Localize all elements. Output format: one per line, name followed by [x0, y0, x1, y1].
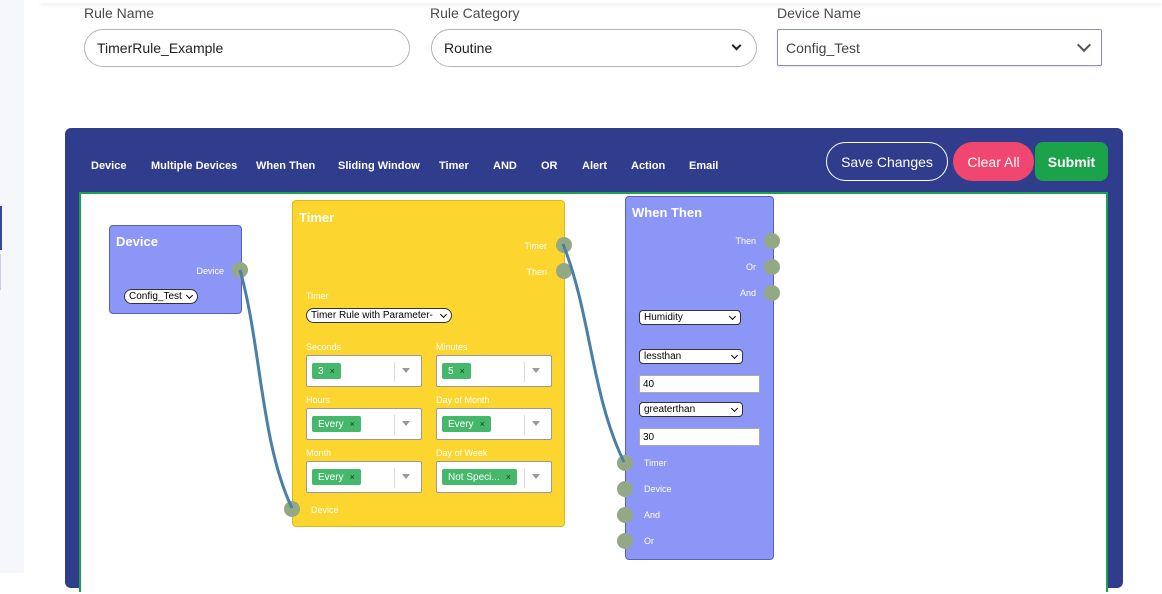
wire-device-to-timer [238, 269, 294, 509]
chevron-down-icon [1076, 37, 1092, 53]
toolbar-email[interactable]: Email [689, 160, 718, 172]
toolbar-alert[interactable]: Alert [582, 160, 607, 172]
rule-category-select[interactable]: Routine [431, 29, 757, 67]
toolbar-timer[interactable]: Timer [439, 160, 469, 172]
rule-name-label: Rule Name [84, 5, 155, 21]
toolbar-device[interactable]: Device [91, 160, 126, 172]
chevron-down-icon [731, 40, 742, 51]
rule-category-label: Rule Category [430, 5, 520, 21]
wire-timer-to-when-then [561, 243, 626, 463]
toolbar-and[interactable]: AND [493, 160, 517, 172]
toolbar-or[interactable]: OR [541, 160, 558, 172]
toolbar-sliding-window[interactable]: Sliding Window [338, 160, 420, 172]
device-name-value: Config_Test [786, 39, 860, 56]
left-rail-divider [0, 254, 1, 290]
header-shadow [40, 0, 1162, 3]
toolbar-action[interactable]: Action [631, 160, 665, 172]
save-changes-button[interactable]: Save Changes [826, 142, 948, 181]
rule-builder: Device Multiple Devices When Then Slidin… [65, 128, 1123, 592]
device-name-label: Device Name [777, 5, 862, 21]
toolbar-multiple-devices[interactable]: Multiple Devices [151, 160, 237, 172]
clear-all-button[interactable]: Clear All [953, 142, 1034, 181]
left-rail-active-marker [0, 206, 2, 250]
rule-name-value: TimerRule_Example [97, 40, 224, 56]
device-name-select[interactable]: Config_Test [777, 29, 1102, 66]
left-rail [0, 0, 24, 573]
toolbar-when-then[interactable]: When Then [256, 160, 315, 172]
rule-canvas[interactable]: Device Device Config_Test Timer Timer Th… [79, 192, 1108, 592]
connection-wires [238, 243, 626, 509]
submit-button[interactable]: Submit [1035, 142, 1108, 181]
rule-category-value: Routine [444, 40, 493, 56]
rule-name-input[interactable]: TimerRule_Example [84, 29, 410, 67]
